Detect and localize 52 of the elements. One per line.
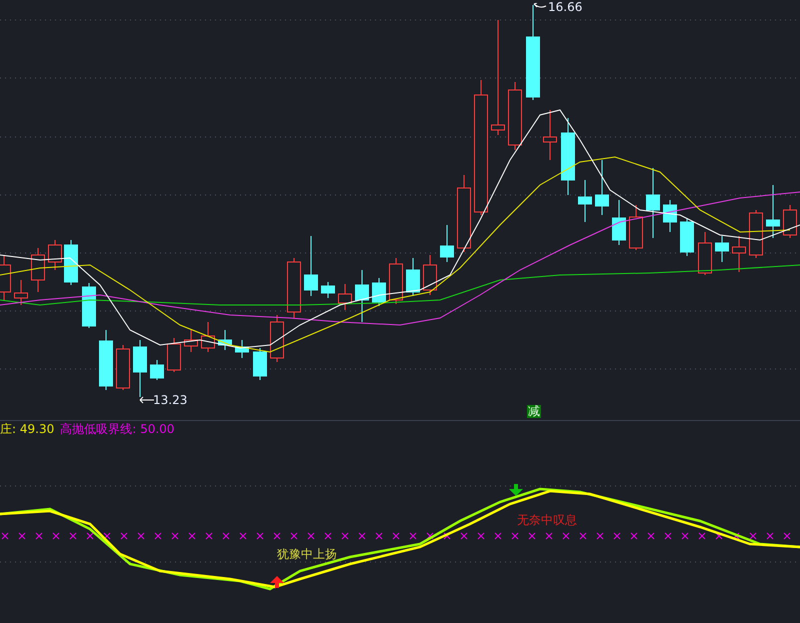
- candlestick: [595, 160, 609, 216]
- candlestick: [406, 258, 420, 296]
- candlestick: [578, 180, 592, 222]
- candlestick: [201, 322, 215, 352]
- signal-marker: 减: [527, 405, 541, 418]
- annotation-label: 无奈中叹息: [517, 513, 577, 527]
- candlestick: [732, 236, 746, 272]
- down-arrow-icon: [509, 484, 523, 496]
- candlestick: [287, 258, 301, 318]
- legend-item: 高抛低吸界线: 50.00: [60, 421, 174, 437]
- candlestick: [253, 348, 267, 380]
- candlestick: [440, 224, 454, 262]
- candlestick: [235, 340, 249, 358]
- high-price-label: 16.66: [548, 0, 582, 14]
- legend-item: 庄: 49.30: [0, 421, 54, 437]
- candlestick: [14, 280, 28, 306]
- candlestick: [150, 360, 164, 380]
- candlestick: [64, 240, 78, 286]
- candlestick: [783, 204, 797, 238]
- candlestick: [321, 282, 335, 298]
- candlestick: [423, 254, 437, 296]
- candlestick: [167, 338, 181, 372]
- candlestick: [663, 200, 677, 232]
- candlestick: [116, 344, 130, 390]
- candlestick: [133, 340, 147, 398]
- candlestick: [698, 232, 712, 276]
- candlestick: [543, 110, 557, 160]
- candlestick: [612, 200, 626, 246]
- candlestick: [629, 204, 643, 250]
- candlestick: [680, 218, 694, 256]
- low-price-label: 13.23: [153, 393, 188, 407]
- candlestick: [355, 270, 369, 322]
- candlestick: [749, 210, 763, 258]
- candlestick: [48, 240, 62, 270]
- candlestick: [82, 282, 96, 328]
- up-arrow-icon: [270, 576, 284, 588]
- candlestick: [184, 330, 198, 352]
- candlestick: [0, 254, 11, 300]
- candlestick: [715, 236, 729, 262]
- candlestick: [99, 330, 113, 390]
- candlestick: [31, 248, 45, 292]
- candlestick: [270, 314, 284, 362]
- candlestick: [338, 284, 352, 310]
- arrow-icon: [139, 396, 155, 404]
- candlestick: [646, 168, 660, 238]
- candlestick: [304, 236, 318, 296]
- candlestick: [508, 82, 522, 150]
- candlestick: [372, 278, 386, 306]
- annotation-label: 犹豫中上扬: [277, 547, 337, 561]
- candlestick: [218, 330, 232, 350]
- candlestick: [389, 258, 403, 304]
- candlestick: [766, 184, 780, 238]
